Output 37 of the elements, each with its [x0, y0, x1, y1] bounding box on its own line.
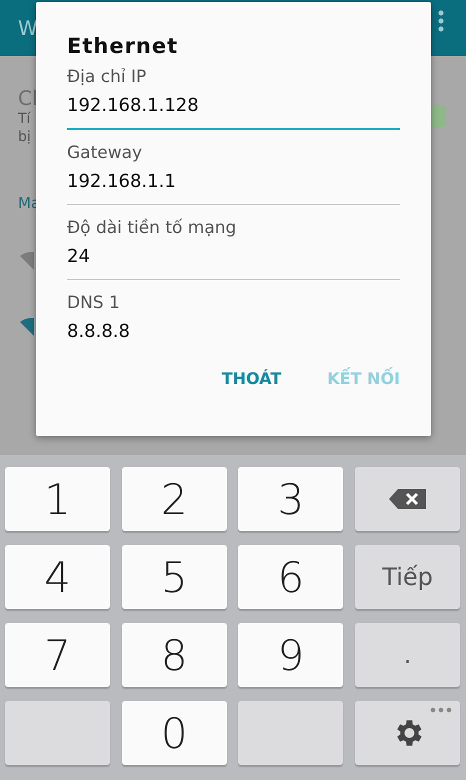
wifi-icon: [20, 318, 34, 336]
keyboard-key[interactable]: 3: [238, 467, 344, 531]
field-label: DNS 1: [67, 292, 121, 315]
keyboard-key[interactable]: 6: [238, 545, 344, 609]
setting-title: Cl: [18, 86, 38, 110]
field-value: 24: [67, 245, 91, 269]
wifi-icon: [20, 252, 34, 270]
keyboard-key[interactable]: 4: [5, 545, 110, 609]
keyboard-key[interactable]: 8: [122, 623, 227, 687]
field-label: Địa chỉ IP: [67, 66, 148, 89]
dialog-title: Ethernet: [67, 34, 178, 58]
app-bar-title: W: [18, 16, 38, 40]
text-field[interactable]: Gateway 192.168.1.1: [67, 136, 400, 205]
text-field[interactable]: DNS 1 8.8.8.8: [67, 286, 400, 345]
field-label: Gateway: [67, 142, 144, 165]
field-value: 192.168.1.1: [67, 170, 177, 194]
more-icon[interactable]: [438, 10, 444, 32]
keyboard-key[interactable]: 7: [5, 623, 110, 687]
text-field[interactable]: Độ dài tiền tố mạng 24: [67, 211, 400, 280]
settings-key[interactable]: [355, 701, 460, 765]
keyboard-key[interactable]: 0: [122, 701, 227, 765]
more-icon: [430, 707, 452, 713]
setting-summary: Tí: [18, 110, 32, 128]
dialog-button[interactable]: THOÁT: [222, 365, 282, 392]
setting-summary: bị: [18, 128, 32, 146]
field-value: 8.8.8.8: [67, 320, 131, 344]
keyboard-key[interactable]: Tiếp: [355, 545, 460, 609]
keyboard-key[interactable]: 2: [122, 467, 227, 531]
keyboard-key[interactable]: 1: [5, 467, 110, 531]
keyboard-key[interactable]: 5: [122, 545, 227, 609]
keyboard-key[interactable]: 9: [238, 623, 344, 687]
keyboard-key[interactable]: .: [355, 623, 460, 687]
field-value: 192.168.1.128: [67, 94, 200, 118]
field-label: Độ dài tiền tố mạng: [67, 217, 238, 240]
backspace-key[interactable]: [355, 467, 460, 531]
backspace-icon: [388, 487, 428, 511]
text-field[interactable]: Địa chỉ IP 192.168.1.128: [67, 60, 400, 130]
